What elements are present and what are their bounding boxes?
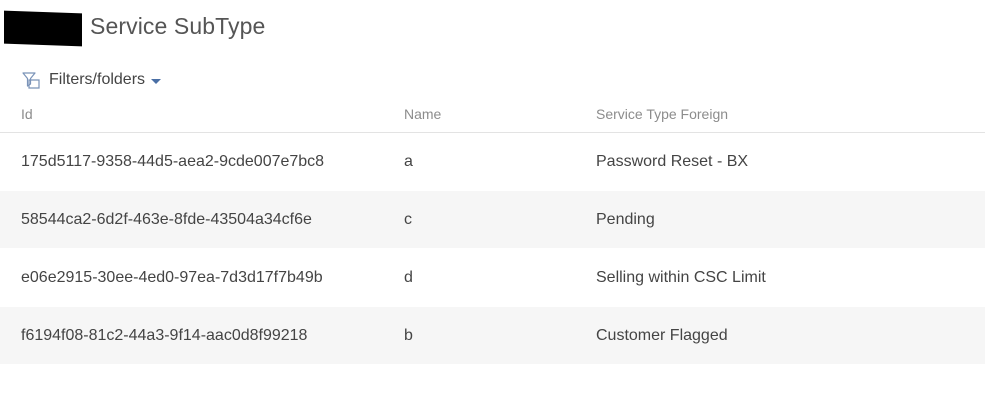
table-row[interactable]: 58544ca2-6d2f-463e-8fde-43504a34cf6e c P…: [0, 191, 985, 249]
table-row[interactable]: e06e2915-30ee-4ed0-97ea-7d3d17f7b49b d S…: [0, 249, 985, 307]
cell-id: f6194f08-81c2-44a3-9f14-aac0d8f99218: [21, 327, 308, 344]
cell-name: d: [404, 269, 413, 286]
grid-header: Id Name Service Type Foreign: [0, 100, 985, 133]
cell-name: c: [404, 211, 412, 228]
filters-folders-button[interactable]: Filters/folders: [21, 68, 162, 92]
table-row[interactable]: f6194f08-81c2-44a3-9f14-aac0d8f99218 b C…: [0, 307, 985, 365]
cell-service-type: Pending: [596, 211, 655, 228]
chevron-down-icon: [151, 78, 162, 84]
cell-name: a: [404, 153, 413, 170]
cell-service-type: Selling within CSC Limit: [596, 269, 766, 286]
filters-folders-label: Filters/folders: [49, 71, 146, 88]
cell-id: 175d5117-9358-44d5-aea2-9cde007e7bc8: [21, 153, 325, 170]
cell-name: b: [404, 327, 413, 344]
column-header-id[interactable]: Id: [21, 106, 33, 122]
data-grid: Id Name Service Type Foreign 175d5117-93…: [0, 100, 985, 365]
filter-folder-icon: [21, 70, 41, 90]
cell-service-type: Password Reset - BX: [596, 153, 749, 170]
table-row[interactable]: 175d5117-9358-44d5-aea2-9cde007e7bc8 a P…: [0, 133, 985, 191]
redacted-logo: [4, 10, 82, 47]
cell-id: e06e2915-30ee-4ed0-97ea-7d3d17f7b49b: [21, 269, 323, 286]
column-header-service-type-foreign[interactable]: Service Type Foreign: [596, 106, 728, 122]
cell-id: 58544ca2-6d2f-463e-8fde-43504a34cf6e: [21, 211, 312, 228]
column-header-name[interactable]: Name: [404, 106, 441, 122]
page-title: Service SubType: [90, 13, 266, 39]
page: Service SubType Filters/folders Id Name …: [0, 0, 985, 396]
cell-service-type: Customer Flagged: [596, 327, 728, 344]
